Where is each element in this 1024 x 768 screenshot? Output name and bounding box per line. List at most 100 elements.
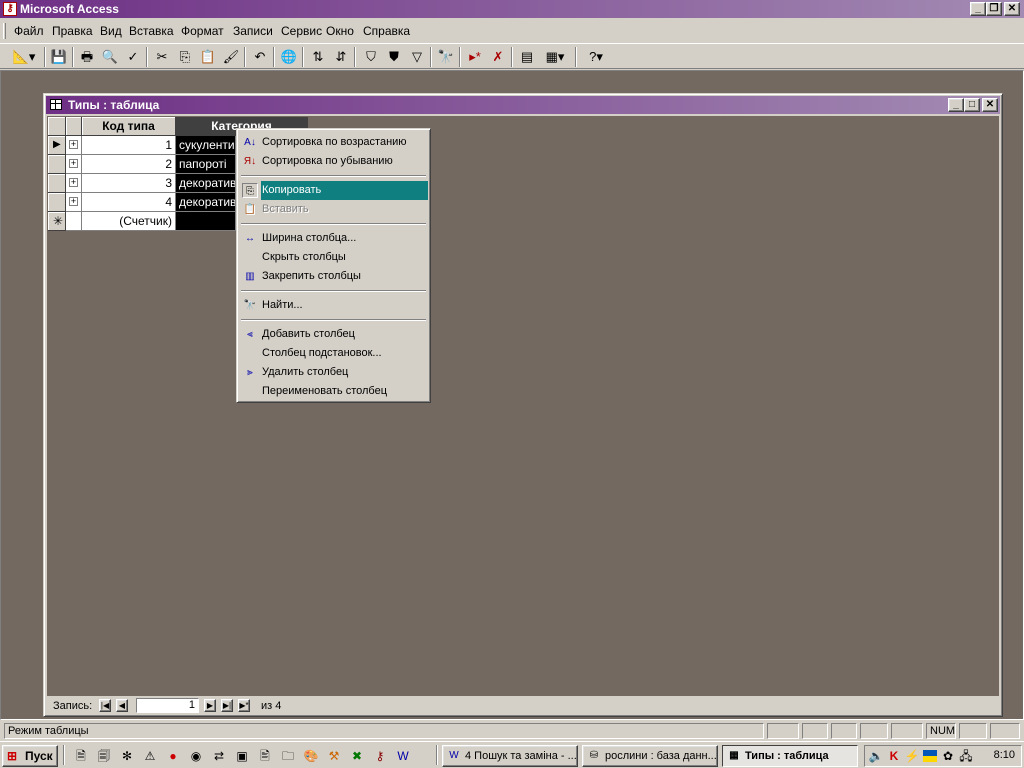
menu-delete-column[interactable]: ⫸ Удалить столбец [239, 363, 428, 382]
settings-icon[interactable]: ✻ [118, 747, 136, 765]
last-record-button[interactable]: ▶| [221, 699, 233, 712]
row-selector[interactable]: ▶ [48, 136, 66, 155]
menu-sort-ascending[interactable]: A↓ Сортировка по возрастанию [239, 133, 428, 152]
new-record-icon[interactable]: ▸* [464, 47, 486, 67]
explorer-icon[interactable]: 🗐 [95, 747, 113, 765]
keyboard-layout-icon[interactable]: K [885, 747, 903, 765]
child-minimize-button[interactable]: _ [948, 98, 964, 112]
office-icon[interactable]: 🗎 [72, 747, 90, 765]
view-design-icon[interactable]: 📐▾ [8, 47, 40, 67]
image-icon[interactable]: ▣ [233, 747, 251, 765]
access-app-icon[interactable]: ⚷ [3, 2, 17, 16]
taskbar-task-word[interactable]: W 4 Пошук та заміна - ... [442, 745, 578, 767]
new-record-nav-button[interactable]: ▶* [238, 699, 250, 712]
child-close-button[interactable]: ✕ [982, 98, 998, 112]
first-record-button[interactable]: |◀ [99, 699, 111, 712]
table-cell-id[interactable]: 1 [82, 136, 176, 155]
sort-ascending-icon[interactable]: ⇅ [307, 47, 329, 67]
menu-tools[interactable]: Сервис [281, 24, 322, 38]
opera-icon[interactable]: ● [164, 747, 182, 765]
excel-icon[interactable]: ✖ [348, 747, 366, 765]
filter-by-form-icon[interactable]: ⛊ [383, 47, 405, 67]
tray-network-icon[interactable]: 🖧 [957, 747, 975, 765]
menu-column-width[interactable]: ↔ Ширина столбца... [239, 229, 428, 248]
menu-lookup-column[interactable]: Столбец подстановок... [239, 344, 428, 363]
hyperlink-icon[interactable]: 🌐 [278, 47, 300, 67]
menu-find[interactable]: 🔭 Найти... [239, 296, 428, 315]
document-icon[interactable]: 🖹 [256, 747, 274, 765]
menu-freeze-columns[interactable]: ▥ Закрепить столбцы [239, 267, 428, 286]
table-row-expand[interactable]: + [66, 174, 82, 193]
paint-icon[interactable]: 🎨 [302, 747, 320, 765]
menu-hide-columns[interactable]: Скрыть столбцы [239, 248, 428, 267]
menu-records[interactable]: Записи [233, 24, 273, 38]
table-row-expand[interactable]: + [66, 193, 82, 212]
row-selector[interactable] [48, 155, 66, 174]
properties-icon[interactable]: ▤ [516, 47, 538, 67]
row-selector[interactable] [48, 193, 66, 212]
restore-button[interactable]: ❐ [986, 2, 1002, 16]
language-flag-icon[interactable] [921, 747, 939, 765]
column-header-id[interactable]: Код типа [82, 117, 176, 136]
start-button[interactable]: ⊞ Пуск [2, 745, 58, 767]
table-cell-id[interactable]: 3 [82, 174, 176, 193]
close-button[interactable]: ✕ [1004, 2, 1020, 16]
taskbar-task-database[interactable]: ⛁ рослини : база данн... [582, 745, 718, 767]
menu-sort-descending[interactable]: Я↓ Сортировка по убыванию [239, 152, 428, 171]
format-painter-icon[interactable]: 🖌 [220, 47, 242, 67]
table-row-expand[interactable]: + [66, 136, 82, 155]
expand-plus-icon[interactable]: + [69, 159, 78, 168]
table-icon[interactable] [50, 99, 62, 110]
sort-descending-icon[interactable]: ⇵ [330, 47, 352, 67]
menu-copy[interactable]: Копировать [261, 181, 428, 200]
table-cell-category[interactable]: папороті [176, 155, 236, 174]
paste-icon[interactable]: 📋 [197, 47, 219, 67]
new-row-id-cell[interactable]: (Счетчик) [82, 212, 176, 231]
table-cell-id[interactable]: 4 [82, 193, 176, 212]
menu-file[interactable]: Файл [14, 24, 44, 38]
word-icon[interactable]: W [394, 747, 412, 765]
cut-icon[interactable]: ✂ [151, 47, 173, 67]
warning-icon[interactable]: ⚠ [141, 747, 159, 765]
table-cell-category[interactable]: декоратив [176, 174, 236, 193]
save-icon[interactable]: 💾 [48, 47, 70, 67]
folder-icon[interactable]: 🗀 [279, 747, 297, 765]
print-preview-icon[interactable]: 🔍 [99, 47, 121, 67]
delete-record-icon[interactable]: ✗ [487, 47, 509, 67]
prev-record-button[interactable]: ◀ [116, 699, 128, 712]
select-all-corner[interactable] [48, 117, 66, 136]
table-cell-id[interactable]: 2 [82, 155, 176, 174]
menu-window[interactable]: Окно [326, 24, 354, 38]
menubar-grip[interactable] [3, 23, 6, 39]
spelling-icon[interactable]: ✓ [122, 47, 144, 67]
tool-icon[interactable]: ⚒ [325, 747, 343, 765]
menu-help[interactable]: Справка [363, 24, 410, 38]
expand-plus-icon[interactable]: + [69, 140, 78, 149]
copy-icon[interactable]: ⎘ [174, 47, 196, 67]
menu-insert[interactable]: Вставка [129, 24, 174, 38]
table-cell-category[interactable]: декоратив [176, 193, 236, 212]
row-selector[interactable] [48, 174, 66, 193]
new-row-selector[interactable]: ✳ [48, 212, 66, 231]
network-icon[interactable]: ⇄ [210, 747, 228, 765]
menu-insert-column[interactable]: ⫷ Добавить столбец [239, 325, 428, 344]
child-maximize-button[interactable]: □ [964, 98, 980, 112]
network-status-icon[interactable]: ⚡ [903, 747, 921, 765]
taskbar-task-table[interactable]: ▦ Типы : таблица [722, 745, 858, 767]
menu-view[interactable]: Вид [100, 24, 122, 38]
access-icon[interactable]: ⚷ [371, 747, 389, 765]
help-icon[interactable]: ?▾ [580, 47, 612, 67]
expand-plus-icon[interactable]: + [69, 197, 78, 206]
volume-icon[interactable]: 🔈 [867, 747, 885, 765]
menu-rename-column[interactable]: Переименовать столбец [239, 382, 428, 401]
print-icon[interactable]: 🖶 [76, 47, 98, 67]
undo-icon[interactable]: ↶ [249, 47, 271, 67]
new-object-icon[interactable]: ▦▾ [539, 47, 571, 67]
menu-format[interactable]: Формат [181, 24, 224, 38]
menu-edit[interactable]: Правка [52, 24, 93, 38]
minimize-button[interactable]: _ [970, 2, 986, 16]
next-record-button[interactable]: ▶ [204, 699, 216, 712]
expand-plus-icon[interactable]: + [69, 178, 78, 187]
table-cell-category[interactable]: сукуленти [176, 136, 236, 155]
record-number-input[interactable]: 1 [136, 698, 199, 713]
